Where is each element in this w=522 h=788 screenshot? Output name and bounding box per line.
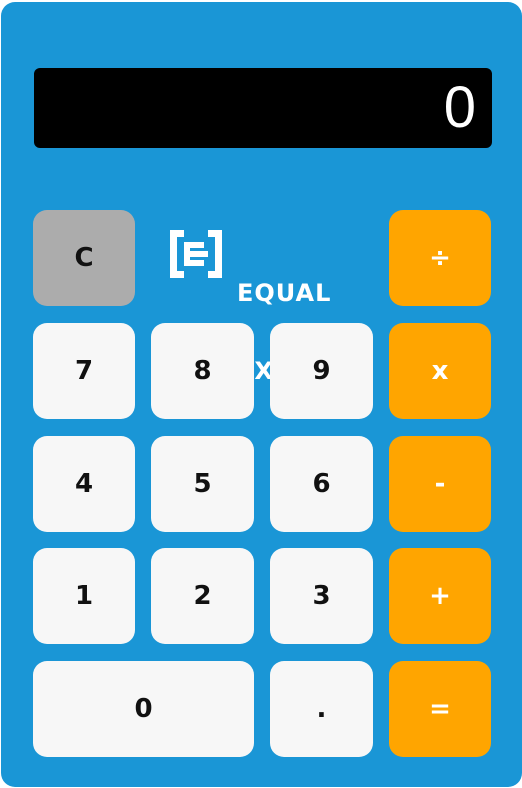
multiply-button[interactable]: x bbox=[389, 323, 491, 419]
display-value: 0 bbox=[443, 75, 476, 140]
digit-0-button[interactable]: 0 bbox=[33, 661, 254, 757]
add-button[interactable]: + bbox=[389, 548, 491, 644]
logo-line-equal: EQUAL bbox=[237, 279, 332, 307]
digit-4-button[interactable]: 4 bbox=[33, 436, 135, 532]
digit-5-button[interactable]: 5 bbox=[151, 436, 254, 532]
subtract-button[interactable]: - bbox=[389, 436, 491, 532]
decimal-button[interactable]: . bbox=[270, 661, 373, 757]
digit-6-button[interactable]: 6 bbox=[270, 436, 373, 532]
divide-button[interactable]: ÷ bbox=[389, 210, 491, 306]
display: 0 bbox=[34, 68, 492, 148]
digit-7-button[interactable]: 7 bbox=[33, 323, 135, 419]
digit-1-button[interactable]: 1 bbox=[33, 548, 135, 644]
digit-3-button[interactable]: 3 bbox=[270, 548, 373, 644]
equal-experts-logo-mark-icon bbox=[170, 230, 222, 278]
equals-button[interactable]: = bbox=[389, 661, 491, 757]
digit-9-button[interactable]: 9 bbox=[270, 323, 373, 419]
digit-2-button[interactable]: 2 bbox=[151, 548, 254, 644]
clear-button[interactable]: C bbox=[33, 210, 135, 306]
digit-8-button[interactable]: 8 bbox=[151, 323, 254, 419]
calculator: 0 C EQUAL EXPERTS ÷ 7 8 9 x 4 5 6 - 1 2 … bbox=[1, 2, 522, 787]
equal-experts-logo: EQUAL EXPERTS bbox=[168, 228, 363, 384]
